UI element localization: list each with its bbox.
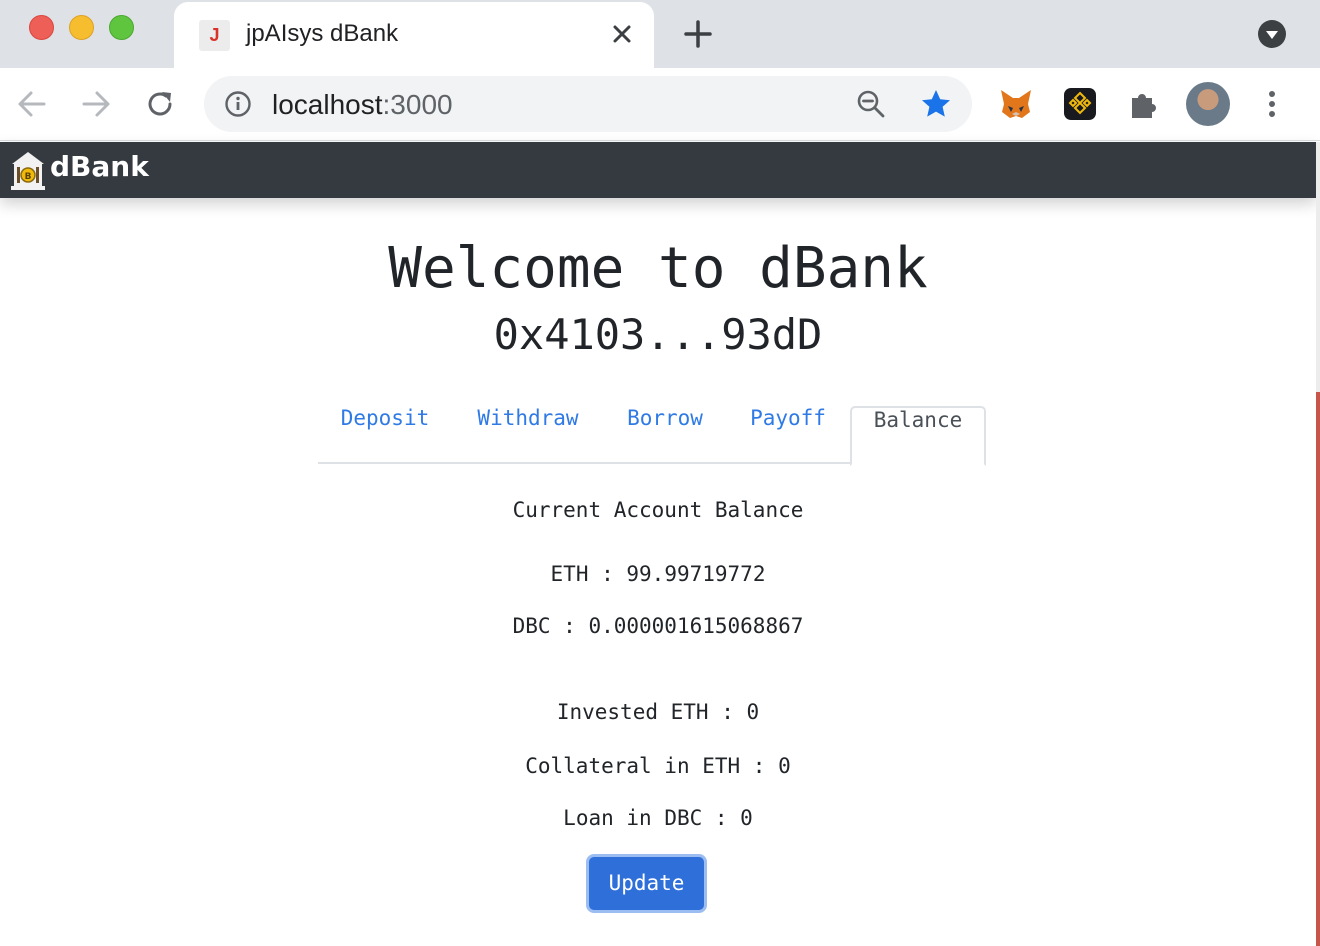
invested-eth: Invested ETH : 0 bbox=[556, 700, 760, 724]
tab-borrow[interactable]: Borrow bbox=[608, 406, 722, 464]
chevron-down-icon[interactable] bbox=[1256, 18, 1288, 50]
star-icon[interactable] bbox=[920, 88, 952, 120]
update-button[interactable]: Update bbox=[586, 854, 707, 913]
tab-payoff[interactable]: Payoff bbox=[732, 406, 844, 464]
address-bar[interactable]: localhost:3000 bbox=[204, 76, 972, 132]
svg-text:B: B bbox=[25, 172, 32, 182]
plus-icon[interactable] bbox=[680, 16, 716, 52]
collateral-eth: Collateral in ETH : 0 bbox=[525, 754, 791, 778]
page-title: Welcome to dBank bbox=[388, 236, 928, 301]
avatar[interactable] bbox=[1186, 82, 1230, 126]
eth-balance: ETH : 99.99719772 bbox=[550, 562, 766, 586]
fox-icon[interactable] bbox=[998, 86, 1034, 122]
window-zoom-button[interactable] bbox=[109, 15, 134, 40]
browser-tab-active[interactable]: J jpAIsys dBank bbox=[174, 2, 654, 68]
arrow-left-icon[interactable] bbox=[12, 84, 52, 124]
window-minimize-button[interactable] bbox=[69, 15, 94, 40]
browser-toolbar: localhost:3000 bbox=[0, 68, 1320, 141]
favicon-icon: J bbox=[199, 20, 230, 51]
zoom-out-icon[interactable] bbox=[856, 89, 886, 119]
brand-title[interactable]: dBank bbox=[50, 150, 149, 183]
app-navbar: B dBank bbox=[0, 142, 1316, 198]
browser-tab-strip: J jpAIsys dBank bbox=[0, 0, 1320, 68]
tab-withdraw[interactable]: Withdraw bbox=[460, 406, 596, 464]
account-address: 0x4103...93dD bbox=[493, 310, 823, 359]
reload-icon[interactable] bbox=[140, 84, 180, 124]
kebab-menu-icon[interactable] bbox=[1258, 86, 1286, 122]
arrow-right-icon[interactable] bbox=[76, 84, 116, 124]
binance-icon[interactable] bbox=[1062, 86, 1098, 122]
operation-tabs: Deposit Withdraw Borrow Payoff Balance bbox=[318, 406, 986, 466]
window-edge bbox=[1316, 142, 1320, 946]
puzzle-icon[interactable] bbox=[1126, 86, 1162, 122]
tab-title: jpAIsys dBank bbox=[246, 20, 399, 47]
dbc-balance: DBC : 0.000001615068867 bbox=[512, 614, 804, 638]
tab-balance[interactable]: Balance bbox=[850, 406, 986, 466]
info-icon[interactable] bbox=[224, 90, 252, 118]
close-icon[interactable] bbox=[604, 16, 640, 52]
url-text[interactable]: localhost:3000 bbox=[272, 89, 453, 121]
bank-logo-icon[interactable]: B bbox=[8, 148, 48, 192]
window-close-button[interactable] bbox=[29, 15, 54, 40]
loan-dbc: Loan in DBC : 0 bbox=[563, 806, 753, 830]
balance-heading: Current Account Balance bbox=[512, 498, 804, 522]
tab-deposit[interactable]: Deposit bbox=[318, 406, 452, 464]
